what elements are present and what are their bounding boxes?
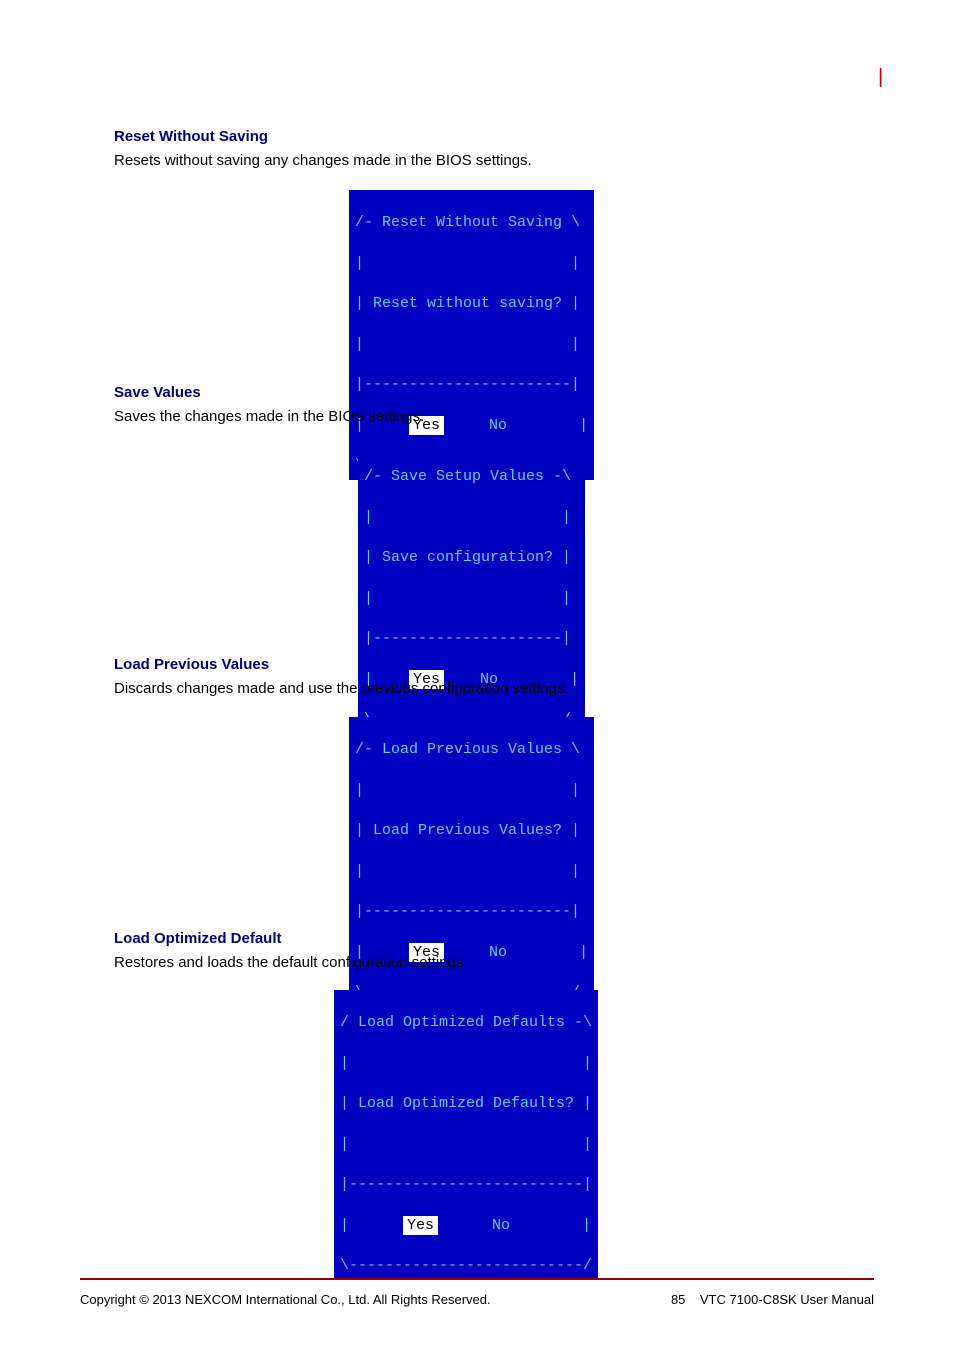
section-body-load-prev: Discards changes made and use the previo… [114,679,568,699]
dialog-border-row: | | [340,1054,592,1074]
footer-divider [80,1278,874,1280]
dialog-separator: |--------------------------| [340,1175,592,1195]
footer-page-number: 85 [671,1292,685,1307]
dialog-border-row: | | [364,508,579,528]
section-body-load-opt: Restores and loads the default configura… [114,953,468,973]
section-title-load-opt: Load Optimized Default [114,930,468,947]
dialog-border-bottom: \--------------------------/ [340,1256,592,1276]
section-title-load-prev: Load Previous Values [114,656,568,673]
section-title-save: Save Values [114,384,424,401]
dialog-border-top: /- Load Previous Values \ [355,740,588,760]
dialog-message: | Save configuration? | [364,548,579,568]
no-button[interactable]: No [492,1217,510,1234]
page-footer: Copyright © 2013 NEXCOM International Co… [80,1292,874,1307]
section-body-save: Saves the changes made in the BIOS setti… [114,407,424,427]
footer-manual-title: VTC 7100-C8SK User Manual [700,1292,874,1307]
section-title-reset: Reset Without Saving [114,128,532,145]
dialog-separator: |-----------------------| [355,902,588,922]
dialog-border-row: | | [355,862,588,882]
dialog-separator: |---------------------| [364,629,579,649]
dialog-border-row: | | [355,254,588,274]
dialog-border-row: | | [364,589,579,609]
yes-button[interactable]: Yes [403,1216,438,1235]
no-button[interactable]: No [489,944,507,961]
dialog-message: | Reset without saving? | [355,294,588,314]
footer-copyright: Copyright © 2013 NEXCOM International Co… [80,1292,491,1307]
dialog-border-row: | | [340,1135,592,1155]
section-body-reset: Resets without saving any changes made i… [114,151,532,171]
dialog-border-top: /- Reset Without Saving \ [355,213,588,233]
no-button[interactable]: No [489,417,507,434]
text-cursor: | [878,66,883,89]
dialog-border-top: / Load Optimized Defaults -\ [340,1013,592,1033]
dialog-message: | Load Previous Values? | [355,821,588,841]
dialog-load-optimized-defaults: / Load Optimized Defaults -\ | | | Load … [334,990,598,1280]
dialog-border-row: | | [355,781,588,801]
dialog-border-top: /- Save Setup Values -\ [364,467,579,487]
dialog-border-row: | | [355,335,588,355]
dialog-message: | Load Optimized Defaults? | [340,1094,592,1114]
